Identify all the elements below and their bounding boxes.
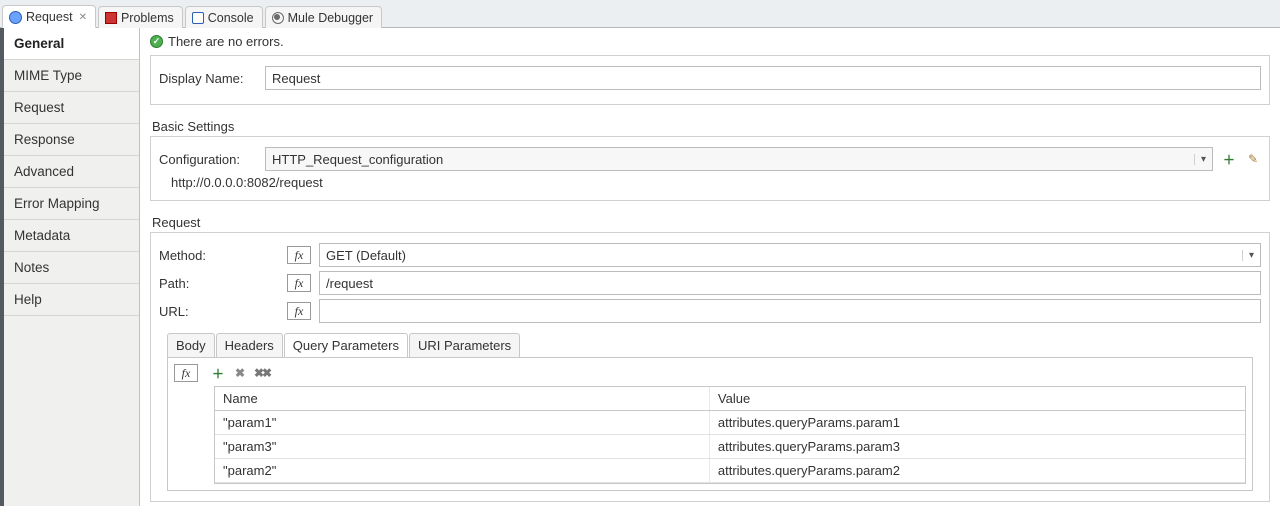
tab-console[interactable]: Console [185,6,263,28]
param-name[interactable]: "param2" [215,459,709,483]
fx-toggle[interactable]: fx [287,302,311,320]
fx-toggle[interactable]: fx [287,246,311,264]
method-value: GET (Default) [320,248,1242,263]
console-icon [192,12,204,24]
sidebar-item-metadata[interactable]: Metadata [4,220,139,252]
url-input[interactable] [319,299,1261,323]
configuration-label: Configuration: [159,152,257,167]
display-name-label: Display Name: [159,71,257,86]
basic-settings-group: Configuration: HTTP_Request_configuratio… [150,136,1270,201]
add-config-button[interactable]: ＋ [1221,151,1237,167]
status-text: There are no errors. [168,34,284,49]
remove-all-params-button[interactable]: ✖✖ [254,365,270,381]
tab-label: Mule Debugger [288,11,373,25]
table-row[interactable]: "param1" attributes.queryParams.param1 [215,411,1245,435]
method-label: Method: [159,248,279,263]
method-dropdown[interactable]: GET (Default) ▾ [319,243,1261,267]
inner-tab-headers[interactable]: Headers [216,333,283,357]
resolved-url: http://0.0.0.0:8082/request [159,175,323,190]
param-name[interactable]: "param3" [215,435,709,459]
request-group: Method: fx GET (Default) ▾ Path: fx URL:… [150,232,1270,502]
basic-settings-legend: Basic Settings [140,113,1280,136]
tab-problems[interactable]: Problems [98,6,183,28]
chevron-down-icon: ▾ [1194,154,1212,165]
col-name: Name [215,387,709,411]
path-label: Path: [159,276,279,291]
chevron-down-icon: ▾ [1242,250,1260,261]
params-toolbar: fx ＋ ✖ ✖✖ [174,362,1246,386]
main-panel: There are no errors. Display Name: Basic… [140,28,1280,506]
param-value[interactable]: attributes.queryParams.param3 [709,435,1245,459]
problems-icon [105,12,117,24]
params-tab-bar: Body Headers Query Parameters URI Parame… [167,333,1253,357]
tab-label: Console [208,11,254,25]
col-value: Value [709,387,1245,411]
tab-request[interactable]: Request ✕ [2,5,96,28]
param-value[interactable]: attributes.queryParams.param2 [709,459,1245,483]
tab-mule-debugger[interactable]: Mule Debugger [265,6,382,28]
sidebar-item-advanced[interactable]: Advanced [4,156,139,188]
sidebar-item-response[interactable]: Response [4,124,139,156]
sidebar-item-notes[interactable]: Notes [4,252,139,284]
sidebar-item-mime-type[interactable]: MIME Type [4,60,139,92]
params-table-wrap: Name Value "param1" attributes.queryPara… [214,386,1246,484]
tab-label: Request [26,10,73,24]
request-icon [9,11,22,24]
sidebar-item-error-mapping[interactable]: Error Mapping [4,188,139,220]
fx-toggle[interactable]: fx [174,364,198,382]
param-name[interactable]: "param1" [215,411,709,435]
query-parameters-box: fx ＋ ✖ ✖✖ Name Value [167,357,1253,491]
sidebar-item-help[interactable]: Help [4,284,139,316]
edit-config-button[interactable] [1245,151,1261,167]
debug-icon [272,12,284,24]
left-nav: General MIME Type Request Response Advan… [0,28,140,506]
add-param-button[interactable]: ＋ [210,365,226,381]
param-value[interactable]: attributes.queryParams.param1 [709,411,1245,435]
inner-tab-query-parameters[interactable]: Query Parameters [284,333,408,357]
ok-icon [150,35,163,48]
path-input[interactable] [319,271,1261,295]
validation-status: There are no errors. [140,28,1280,55]
sidebar-item-request[interactable]: Request [4,92,139,124]
inner-tab-body[interactable]: Body [167,333,215,357]
request-legend: Request [140,209,1280,232]
sidebar-item-general[interactable]: General [4,28,139,60]
display-name-group: Display Name: [150,55,1270,105]
url-label: URL: [159,304,279,319]
table-row[interactable]: "param3" attributes.queryParams.param3 [215,435,1245,459]
fx-toggle[interactable]: fx [287,274,311,292]
editor-tab-bar: Request ✕ Problems Console Mule Debugger [0,0,1280,28]
tab-label: Problems [121,11,174,25]
configuration-value: HTTP_Request_configuration [266,152,1194,167]
configuration-dropdown[interactable]: HTTP_Request_configuration ▾ [265,147,1213,171]
inner-tab-uri-parameters[interactable]: URI Parameters [409,333,520,357]
close-tab-icon[interactable]: ✕ [79,12,87,23]
remove-param-button[interactable]: ✖ [232,365,248,381]
display-name-input[interactable] [265,66,1261,90]
query-parameters-table[interactable]: Name Value "param1" attributes.queryPara… [215,387,1245,483]
table-row[interactable]: "param2" attributes.queryParams.param2 [215,459,1245,483]
